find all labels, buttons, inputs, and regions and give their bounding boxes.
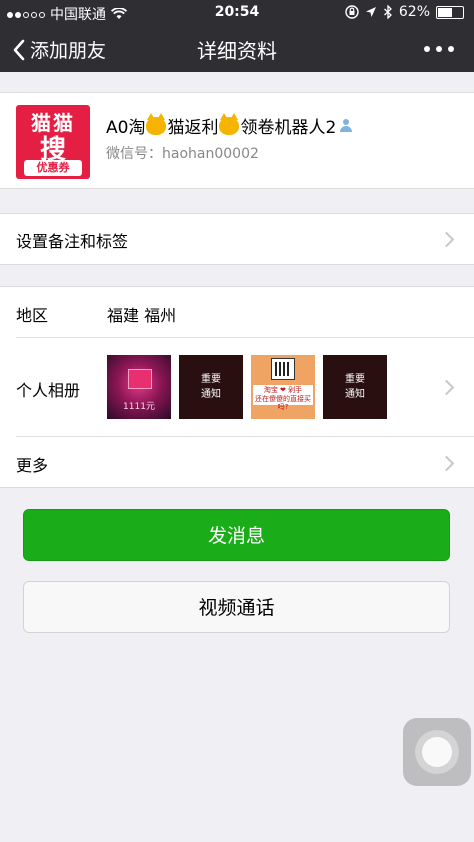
album-photo[interactable]: 淘宝 ❤ 剁手 还在傻傻的直接买吗? <box>251 355 315 419</box>
cat-emoji-icon <box>146 112 167 135</box>
rotation-lock-icon <box>345 5 359 19</box>
profile-card: 猫猫 搜 优惠券 A0淘 猫返利 领卷机器人2 微信号：haohan00002 <box>0 92 474 189</box>
photo-banner: 淘宝 ❤ 剁手 还在傻傻的直接买吗? <box>253 385 313 411</box>
remark-tags-row[interactable]: 设置备注和标签 <box>0 213 474 265</box>
remark-tags-label: 设置备注和标签 <box>16 232 129 251</box>
chevron-right-icon <box>438 455 455 472</box>
battery-icon <box>436 5 464 19</box>
photo-text-line-2: 还在傻傻的直接买吗? <box>255 395 311 411</box>
more-label: 更多 <box>16 456 49 475</box>
chevron-right-icon <box>438 379 455 396</box>
more-options-icon[interactable] <box>424 46 454 52</box>
album-photo[interactable]: 重要 通知 <box>179 355 243 419</box>
photo-text-line-2: 通知 <box>201 389 221 400</box>
avatar-coupon: 优惠券 <box>24 160 82 176</box>
region-label: 地区 <box>16 306 49 325</box>
battery-level <box>438 7 452 17</box>
album-photo[interactable]: 1111元 <box>107 355 171 419</box>
cat-emoji-icon <box>219 112 240 135</box>
video-call-button[interactable]: 视频通话 <box>23 581 450 633</box>
bluetooth-icon <box>383 5 392 19</box>
status-bar: 中国联通 20:54 62% <box>0 0 474 24</box>
qr-code-icon <box>271 358 295 380</box>
name-part-3: 领卷机器人2 <box>240 118 337 138</box>
chevron-right-icon <box>438 231 455 248</box>
battery-percent: 62% <box>398 4 430 20</box>
name-part-2: 猫返利 <box>167 118 219 138</box>
status-right: 62% <box>345 4 464 20</box>
person-icon <box>339 118 353 133</box>
assistive-touch-button[interactable] <box>403 718 471 786</box>
album-label: 个人相册 <box>16 381 81 400</box>
photo-caption: 1111元 <box>123 402 155 412</box>
photo-text-line-1: 重要 <box>345 374 365 385</box>
photo-text-line-1: 淘宝 ❤ 剁手 <box>263 386 303 394</box>
photo-text-line-1: 重要 <box>201 374 221 385</box>
divider <box>16 337 474 338</box>
region-value: 福建 福州 <box>107 306 177 325</box>
name-part-1: A0淘 <box>106 118 146 138</box>
info-section: 地区 福建 福州 个人相册 1111元 重要 通知 淘宝 ❤ 剁手 还在傻傻的直… <box>0 286 474 488</box>
send-message-button[interactable]: 发消息 <box>23 509 450 561</box>
assistive-touch-core <box>422 737 452 767</box>
avatar[interactable]: 猫猫 搜 优惠券 <box>16 105 90 179</box>
wechat-id: 微信号：haohan00002 <box>106 146 259 162</box>
gift-box-icon <box>128 369 152 389</box>
page-title: 详细资料 <box>197 39 277 63</box>
location-arrow-icon <box>365 7 376 17</box>
nav-bar: 添加朋友 详细资料 <box>0 24 474 72</box>
album-photo[interactable]: 重要 通知 <box>323 355 387 419</box>
photo-text-line-2: 通知 <box>345 389 365 400</box>
divider <box>16 436 474 437</box>
profile-name: A0淘 猫返利 领卷机器人2 <box>106 112 353 138</box>
